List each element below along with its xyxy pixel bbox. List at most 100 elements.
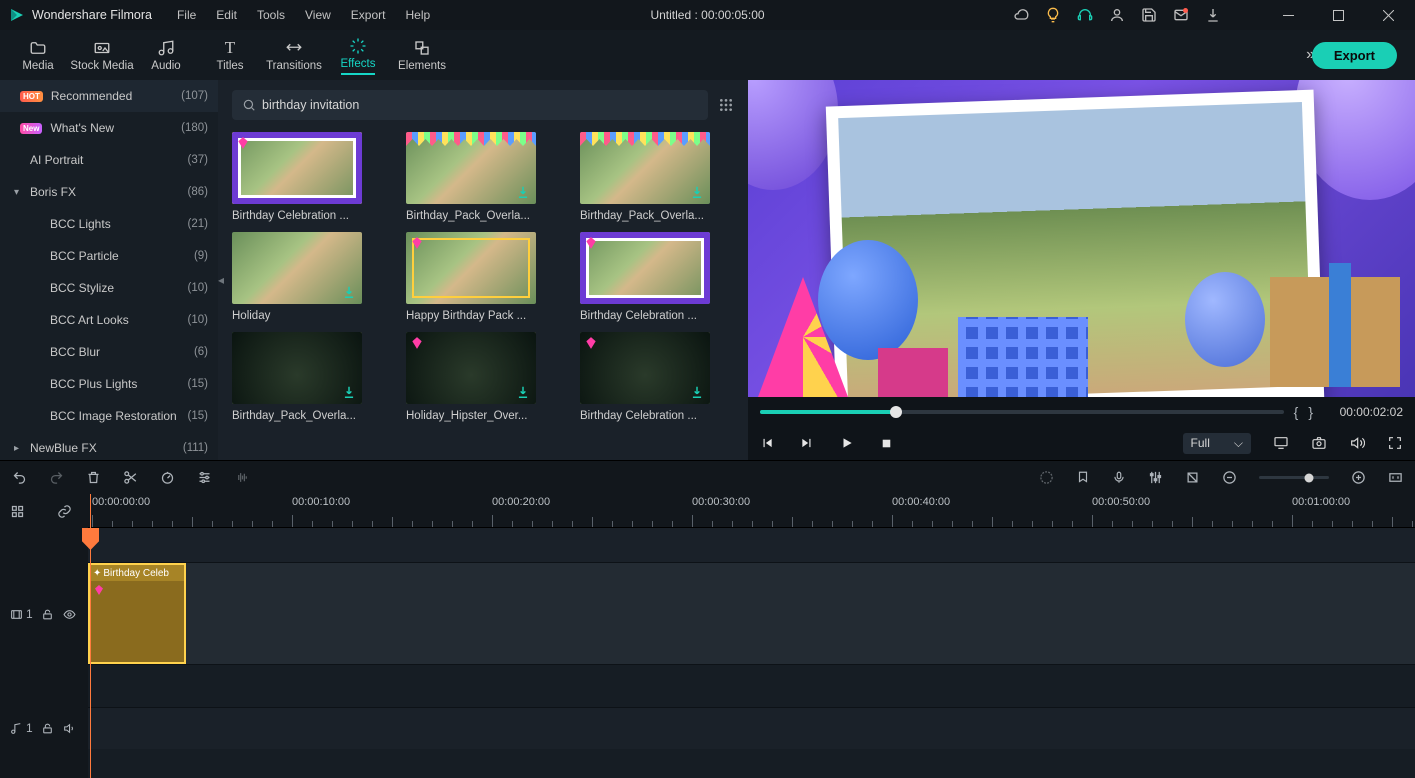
video-track-row[interactable]: ✦Birthday Celeb xyxy=(88,563,1415,665)
link-icon[interactable] xyxy=(57,504,72,519)
sidebar-collapse-icon[interactable]: ◂ xyxy=(217,260,225,300)
mark-out-icon[interactable]: } xyxy=(1308,404,1313,420)
download-icon[interactable] xyxy=(690,185,704,199)
effect-thumbnail[interactable] xyxy=(406,332,536,404)
audio-track-row[interactable] xyxy=(88,707,1415,749)
effect-thumbnail[interactable] xyxy=(580,232,710,304)
effect-thumbnail[interactable] xyxy=(232,132,362,204)
menu-file[interactable]: File xyxy=(168,4,205,26)
search-input[interactable] xyxy=(262,98,698,112)
category-item[interactable]: BCC Stylize(10) xyxy=(0,272,218,304)
record-vo-icon[interactable] xyxy=(1112,470,1126,485)
speed-icon[interactable] xyxy=(160,470,175,485)
display-icon[interactable] xyxy=(1273,435,1289,451)
delete-icon[interactable] xyxy=(86,470,101,485)
render-icon[interactable] xyxy=(1039,470,1054,485)
effect-thumbnail[interactable] xyxy=(232,332,362,404)
effect-thumbnail[interactable] xyxy=(406,132,536,204)
window-minimize-icon[interactable] xyxy=(1271,0,1305,30)
effect-thumbnail[interactable] xyxy=(580,332,710,404)
export-button[interactable]: Export xyxy=(1312,42,1397,69)
grid-view-icon[interactable] xyxy=(718,97,734,113)
menu-view[interactable]: View xyxy=(296,4,340,26)
category-item[interactable]: HOTRecommended(107) xyxy=(0,80,218,112)
effect-item[interactable]: Holiday xyxy=(232,232,362,322)
category-item[interactable]: ▾Boris FX(86) xyxy=(0,176,218,208)
user-icon[interactable] xyxy=(1109,7,1125,23)
effect-item[interactable]: Birthday Celebration ... xyxy=(232,132,362,222)
adjust-icon[interactable] xyxy=(197,470,212,485)
snapshot-icon[interactable] xyxy=(1311,435,1327,451)
window-maximize-icon[interactable] xyxy=(1321,0,1355,30)
time-ruler[interactable]: 00:00:00:0000:00:10:0000:00:20:0000:00:3… xyxy=(88,494,1415,528)
download-icon[interactable] xyxy=(1205,7,1221,23)
menu-tools[interactable]: Tools xyxy=(248,4,294,26)
cloud-icon[interactable] xyxy=(1013,7,1029,23)
zoom-slider[interactable] xyxy=(1259,476,1329,479)
play-icon[interactable] xyxy=(840,436,854,450)
lock-icon[interactable] xyxy=(41,608,54,621)
tab-elements[interactable]: Elements xyxy=(390,34,454,76)
effect-item[interactable]: Birthday Celebration ... xyxy=(580,232,710,322)
timeline-body[interactable]: 00:00:00:0000:00:10:0000:00:20:0000:00:3… xyxy=(88,494,1415,778)
stop-icon[interactable] xyxy=(880,437,893,450)
preview-canvas[interactable] xyxy=(748,80,1415,397)
category-item[interactable]: BCC Image Restoration(15) xyxy=(0,400,218,432)
effect-thumbnail[interactable] xyxy=(580,132,710,204)
hint-icon[interactable] xyxy=(1045,7,1061,23)
window-close-icon[interactable] xyxy=(1371,0,1405,30)
category-item[interactable]: BCC Blur(6) xyxy=(0,336,218,368)
download-icon[interactable] xyxy=(516,185,530,199)
menu-export[interactable]: Export xyxy=(342,4,395,26)
category-item[interactable]: BCC Art Looks(10) xyxy=(0,304,218,336)
download-icon[interactable] xyxy=(342,285,356,299)
download-icon[interactable] xyxy=(690,385,704,399)
save-icon[interactable] xyxy=(1141,7,1157,23)
tab-media[interactable]: Media xyxy=(6,34,70,76)
effect-thumbnail[interactable] xyxy=(232,232,362,304)
download-icon[interactable] xyxy=(516,385,530,399)
tab-titles[interactable]: T Titles xyxy=(198,34,262,76)
undo-icon[interactable] xyxy=(12,470,27,485)
effect-thumbnail[interactable] xyxy=(406,232,536,304)
timeline-clip[interactable]: ✦Birthday Celeb xyxy=(88,563,186,664)
effect-item[interactable]: Birthday_Pack_Overla... xyxy=(232,332,362,422)
effect-item[interactable]: Birthday_Pack_Overla... xyxy=(406,132,536,222)
menu-help[interactable]: Help xyxy=(396,4,439,26)
prev-frame-icon[interactable] xyxy=(760,436,774,450)
zoom-out-icon[interactable] xyxy=(1222,470,1237,485)
preview-quality-dropdown[interactable]: Full ⌵ xyxy=(1183,433,1251,454)
next-frame-icon[interactable] xyxy=(800,436,814,450)
effect-item[interactable]: Holiday_Hipster_Over... xyxy=(406,332,536,422)
zoom-fit-icon[interactable] xyxy=(1388,470,1403,485)
download-icon[interactable] xyxy=(342,385,356,399)
mixer-icon[interactable] xyxy=(1148,470,1163,485)
visibility-icon[interactable] xyxy=(62,608,77,621)
category-item[interactable]: NewWhat's New(180) xyxy=(0,112,218,144)
effect-item[interactable]: Birthday_Pack_Overla... xyxy=(580,132,710,222)
zoom-in-icon[interactable] xyxy=(1351,470,1366,485)
effect-item[interactable]: Birthday Celebration ... xyxy=(580,332,710,422)
category-item[interactable]: BCC Particle(9) xyxy=(0,240,218,272)
support-icon[interactable] xyxy=(1077,7,1093,23)
fullscreen-icon[interactable] xyxy=(1387,435,1403,451)
category-item[interactable]: ▸NewBlue FX(111) xyxy=(0,432,218,460)
crop-icon[interactable] xyxy=(1185,470,1200,485)
tab-audio[interactable]: Audio xyxy=(134,34,198,76)
mail-icon[interactable] xyxy=(1173,7,1189,23)
playhead[interactable] xyxy=(90,494,91,778)
volume-icon[interactable] xyxy=(1349,435,1365,451)
search-box[interactable] xyxy=(232,90,708,120)
mute-icon[interactable] xyxy=(62,722,76,735)
redo-icon[interactable] xyxy=(49,470,64,485)
marker-icon[interactable] xyxy=(1076,470,1090,485)
category-item[interactable]: AI Portrait(37) xyxy=(0,144,218,176)
split-icon[interactable] xyxy=(123,470,138,485)
effect-item[interactable]: Happy Birthday Pack ... xyxy=(406,232,536,322)
category-item[interactable]: BCC Plus Lights(15) xyxy=(0,368,218,400)
category-item[interactable]: BCC Lights(21) xyxy=(0,208,218,240)
menu-edit[interactable]: Edit xyxy=(207,4,246,26)
tab-effects[interactable]: Effects xyxy=(326,32,390,79)
tab-transitions[interactable]: Transitions xyxy=(262,34,326,76)
mark-in-icon[interactable]: { xyxy=(1294,404,1299,420)
